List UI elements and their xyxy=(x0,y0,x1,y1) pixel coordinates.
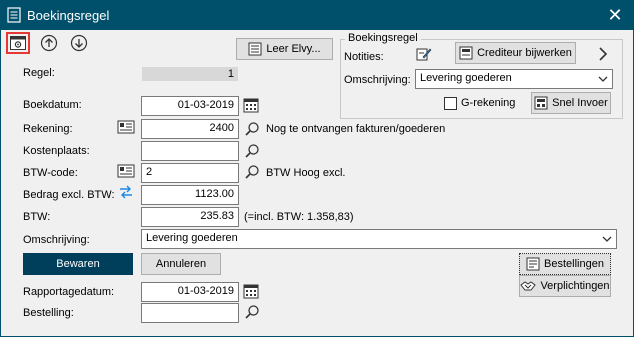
ledger-card-icon[interactable] xyxy=(117,119,135,135)
calendar-icon[interactable] xyxy=(243,97,259,113)
verplichtingen-label: Verplichtingen xyxy=(540,280,610,292)
bestellingen-button[interactable]: Bestellingen xyxy=(519,253,611,275)
snel-invoer-label: Snel Invoer xyxy=(552,97,608,109)
document-icon xyxy=(7,7,21,23)
list-icon xyxy=(248,42,262,56)
title-bar: Boekingsregel ✕ xyxy=(0,0,634,30)
kostenplaats-input[interactable] xyxy=(141,141,239,161)
annuleren-button[interactable]: Annuleren xyxy=(141,253,221,275)
bestellingen-label: Bestellingen xyxy=(544,258,604,270)
search-icon[interactable] xyxy=(244,121,260,137)
dialog-body: Leer Elvy... Boekingsregel Notities: Cre… xyxy=(1,30,633,336)
btw-input[interactable]: 235.83 xyxy=(141,207,239,227)
chevron-down-icon xyxy=(598,76,608,82)
window-title: Boekingsregel xyxy=(27,8,110,23)
rekening-description: Nog te ontvangen fakturen/goederen xyxy=(266,123,446,135)
order-list-icon xyxy=(526,257,540,271)
g-rekening-checkbox[interactable] xyxy=(444,97,457,110)
leer-elvy-button[interactable]: Leer Elvy... xyxy=(236,38,333,60)
group-title: Boekingsregel xyxy=(345,32,421,44)
rekening-label: Rekening: xyxy=(23,123,73,135)
annuleren-label: Annuleren xyxy=(155,258,207,270)
bestelling-input[interactable] xyxy=(141,303,239,323)
g-rekening-label: G-rekening xyxy=(461,97,516,109)
boekdatum-input[interactable]: 01-03-2019 xyxy=(141,96,239,116)
swap-icon[interactable] xyxy=(117,184,135,200)
chevron-right-icon[interactable] xyxy=(597,46,609,62)
btw-incl-text: (=incl. BTW: 1.358,83) xyxy=(244,211,354,223)
bewaren-label: Bewaren xyxy=(56,258,100,270)
regel-label: Regel: xyxy=(23,67,55,79)
arrow-down-icon[interactable] xyxy=(70,34,88,52)
group-omschrijving-label: Omschrijving: xyxy=(344,74,411,86)
rapportagedatum-input[interactable]: 01-03-2019 xyxy=(141,282,239,302)
kostenplaats-label: Kostenplaats: xyxy=(23,145,90,157)
group-omschrijving-value: Levering goederen xyxy=(420,72,512,84)
btwcode-label: BTW-code: xyxy=(23,167,78,179)
dialog-window: Boekingsregel ✕ Leer Elvy... Boekingsreg… xyxy=(0,0,634,337)
bewaren-button[interactable]: Bewaren xyxy=(23,253,133,275)
verplichtingen-button[interactable]: Verplichtingen xyxy=(519,275,611,297)
close-button[interactable]: ✕ xyxy=(600,3,630,27)
rapportagedatum-label: Rapportagedatum: xyxy=(23,286,115,298)
handshake-icon xyxy=(520,281,537,291)
omschrijving-label: Omschrijving: xyxy=(23,234,90,246)
group-omschrijving-select[interactable]: Levering goederen xyxy=(415,69,613,89)
search-icon[interactable] xyxy=(244,304,260,320)
crediteur-bijwerken-button[interactable]: Crediteur bijwerken xyxy=(455,42,576,64)
settings-button[interactable] xyxy=(6,32,30,54)
crediteur-label: Crediteur bijwerken xyxy=(477,47,572,59)
omschrijving-select[interactable]: Levering goederen xyxy=(141,229,617,249)
search-icon[interactable] xyxy=(244,164,260,180)
btwcode-description: BTW Hoog excl. xyxy=(266,167,346,179)
rekening-input[interactable]: 2400 xyxy=(141,119,239,139)
ledger-card-icon[interactable] xyxy=(117,163,135,179)
notities-label: Notities: xyxy=(344,51,384,63)
bestelling-label: Bestelling: xyxy=(23,307,74,319)
omschrijving-value: Levering goederen xyxy=(146,232,238,244)
calendar-icon[interactable] xyxy=(243,283,259,299)
quick-entry-icon xyxy=(534,96,548,110)
ledger-icon xyxy=(459,46,473,60)
search-icon[interactable] xyxy=(244,143,260,159)
boekdatum-label: Boekdatum: xyxy=(23,99,82,111)
chevron-down-icon xyxy=(602,236,612,242)
leer-elvy-label: Leer Elvy... xyxy=(266,43,321,55)
btwcode-input[interactable]: 2 xyxy=(141,163,239,183)
settings-icon xyxy=(10,36,26,50)
arrow-up-icon[interactable] xyxy=(40,34,58,52)
regel-value: 1 xyxy=(142,67,238,81)
edit-note-icon[interactable] xyxy=(416,46,432,62)
btw-label: BTW: xyxy=(23,211,51,223)
snel-invoer-button[interactable]: Snel Invoer xyxy=(531,92,611,114)
bedrag-input[interactable]: 1123.00 xyxy=(141,185,239,205)
bedrag-label: Bedrag excl. BTW: xyxy=(23,189,115,201)
